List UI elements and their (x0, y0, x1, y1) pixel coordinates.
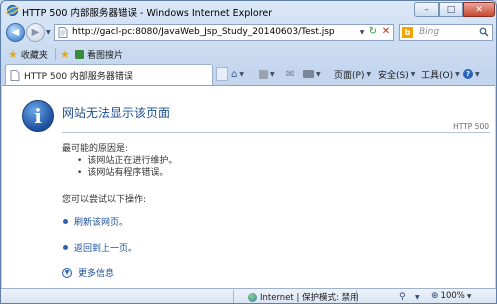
causes-list: 该网站正在进行维护。 该网站有程序错误。 (77, 155, 177, 179)
home-button[interactable]: ⌂ ▼ (231, 67, 244, 81)
cause-item: 该网站有程序错误。 (77, 167, 177, 179)
safety-menu[interactable]: 安全(S) ▼ (378, 67, 415, 81)
forward-button[interactable]: ▶ (26, 23, 45, 42)
refresh-page-label[interactable]: 刷新该网页。 (74, 215, 128, 228)
zoom-level: 100% (440, 291, 465, 301)
search-box[interactable]: b Bing (399, 24, 493, 41)
chevron-down-icon: ▼ (410, 70, 416, 78)
more-info-toggle[interactable]: ▼ 更多信息 (62, 266, 114, 279)
safety-menu-label: 安全(S) (378, 70, 409, 81)
cause-item: 该网站正在进行维护。 (77, 155, 177, 167)
globe-icon (248, 292, 257, 302)
chevron-down-icon: ▼ (466, 292, 472, 300)
add-favorite-button[interactable]: ★ (60, 47, 70, 61)
rss-feed-icon (259, 69, 268, 79)
chevron-down-icon[interactable]: ▼ (415, 294, 420, 301)
read-mail-button[interactable]: ✉ (286, 67, 294, 81)
window-title: HTTP 500 内部服务器错误 - Windows Internet Expl… (22, 8, 273, 19)
http-status-code: HTTP 500 (453, 122, 489, 131)
page-menu[interactable]: 页面(P) ▼ (334, 67, 371, 81)
favorites-label: 收藏夹 (20, 50, 48, 61)
address-bar[interactable]: http://gacl-pc:8080/JavaWeb_Jsp_Study_20… (54, 24, 394, 41)
tools-menu-label: 工具(O) (421, 70, 454, 81)
home-icon: ⌂ (231, 68, 238, 80)
chevron-down-icon: ▼ (366, 70, 372, 78)
print-button[interactable]: ▼ (303, 67, 321, 81)
expand-chevron-icon[interactable]: ▼ (62, 267, 72, 278)
close-button[interactable]: ✕ (463, 2, 495, 17)
chevron-down-icon: ▼ (316, 70, 321, 78)
more-info-label[interactable]: 更多信息 (78, 266, 114, 279)
page-icon (58, 27, 68, 38)
page-content: i 网站无法显示该页面 HTTP 500 最可能的原因是: 该网站正在进行维护。… (2, 85, 495, 289)
tools-menu[interactable]: 工具(O) ▼ (421, 67, 460, 81)
back-button[interactable]: ◀ (6, 23, 25, 42)
new-tab-button[interactable] (216, 67, 228, 81)
status-divider (233, 290, 234, 303)
help-menu[interactable]: ? ▼ (463, 67, 480, 81)
favorites-button[interactable]: ★ 收藏夹 (8, 47, 48, 61)
zoom-control[interactable]: ⊕ 100% ▼ (431, 291, 471, 301)
status-divider (356, 290, 357, 303)
chevron-down-icon: ▼ (239, 70, 244, 78)
address-url[interactable]: http://gacl-pc:8080/JavaWeb_Jsp_Study_20… (72, 27, 335, 37)
favorites-divider (55, 48, 56, 60)
star-icon: ★ (8, 47, 18, 61)
zoom-icon: ⊕ (431, 291, 439, 301)
printer-icon (303, 70, 314, 78)
tab-page-icon (10, 69, 20, 81)
security-zone[interactable]: Internet | 保护模式: 禁用 (248, 291, 359, 303)
title-bar[interactable]: HTTP 500 内部服务器错误 - Windows Internet Expl… (1, 1, 496, 21)
protected-mode-icon[interactable]: ⚲ (399, 292, 406, 302)
add-favorite-icon: ★ (60, 47, 70, 61)
maximize-button[interactable]: □ (439, 2, 463, 17)
refresh-icon[interactable]: ↻ (366, 26, 380, 37)
bullet-icon (63, 219, 68, 224)
feeds-button[interactable]: ▼ (259, 67, 275, 81)
zone-text: Internet | 保护模式: 禁用 (260, 293, 359, 303)
error-heading: 网站无法显示该页面 (62, 106, 171, 120)
refresh-page-link[interactable]: 刷新该网页。 (62, 215, 128, 228)
heading-divider (62, 132, 490, 133)
web-slice-icon (75, 49, 84, 59)
help-icon: ? (463, 69, 473, 79)
ie-logo-icon (6, 5, 19, 16)
tab-active[interactable]: HTTP 500 内部服务器错误 (5, 64, 213, 85)
bullet-icon (63, 245, 68, 250)
stop-icon[interactable]: ✕ (379, 26, 393, 37)
status-bar: Internet | 保护模式: 禁用 ⚲ ▼ ⊕ 100% ▼ (1, 288, 496, 303)
command-row: HTTP 500 内部服务器错误 ⌂ ▼ ▼ ✉ ▼ 页面(P) ▼ 安全(S)… (1, 63, 496, 85)
info-icon: i (22, 100, 54, 132)
causes-title: 最可能的原因是: (62, 144, 129, 154)
go-back-link[interactable]: 返回到上一页。 (62, 241, 137, 254)
chevron-down-icon: ▼ (455, 70, 460, 78)
recent-pages-dropdown-icon[interactable]: ▼ (46, 29, 51, 36)
favorite-link-image-search[interactable]: 看图搜片 (75, 47, 123, 61)
mail-icon: ✉ (286, 68, 295, 80)
search-placeholder[interactable]: Bing (419, 27, 439, 37)
tab-title: HTTP 500 内部服务器错误 (24, 71, 133, 82)
page-menu-label: 页面(P) (334, 70, 365, 81)
go-back-label[interactable]: 返回到上一页。 (74, 241, 137, 254)
minimize-button[interactable]: – (414, 2, 439, 17)
try-title: 您可以尝试以下操作: (62, 195, 147, 205)
address-row: ◀ ▶ ▼ http://gacl-pc:8080/JavaWeb_Jsp_St… (1, 21, 496, 45)
favorites-bar: ★ 收藏夹 ★ 看图搜片 (1, 45, 496, 63)
search-icon[interactable] (479, 27, 489, 37)
browser-window: HTTP 500 内部服务器错误 - Windows Internet Expl… (0, 0, 497, 304)
chevron-down-icon: ▼ (475, 70, 480, 78)
chevron-down-icon: ▼ (270, 70, 275, 78)
bing-logo-icon: b (402, 27, 413, 38)
favorite-link-label: 看图搜片 (87, 50, 124, 61)
